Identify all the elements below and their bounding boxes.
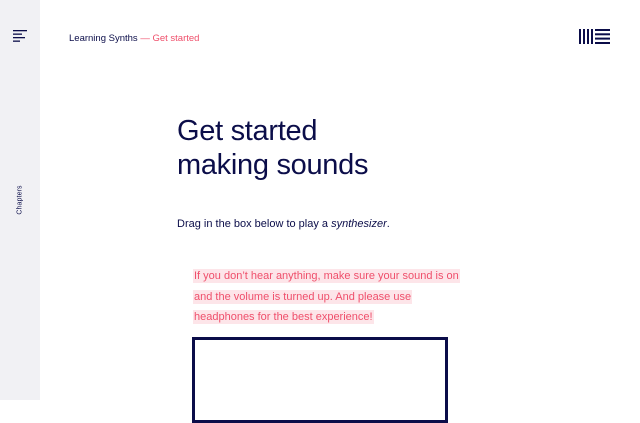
ableton-logo-icon[interactable] (579, 29, 610, 44)
menu-icon[interactable] (13, 29, 27, 43)
sidebar: Chapters (0, 0, 40, 400)
intro-suffix: . (386, 218, 390, 230)
chapters-link[interactable]: Chapters (17, 185, 24, 214)
breadcrumb: Learning Synths — Get started (69, 33, 199, 45)
page-title-line-1: Get started (177, 115, 318, 147)
synth-play-area[interactable] (192, 337, 448, 423)
breadcrumb-separator: — (140, 33, 150, 44)
sound-notice-text: If you don’t hear anything, make sure yo… (193, 269, 460, 324)
breadcrumb-root-link[interactable]: Learning Synths (69, 33, 138, 44)
intro-prefix: Drag in the box below to play a (177, 218, 332, 230)
page-title: Get started making sounds (177, 114, 368, 182)
page-title-line-2: making sounds (177, 149, 369, 181)
breadcrumb-current: Get started (152, 33, 200, 44)
intro-emphasis: synthesizer (331, 218, 387, 230)
intro-text: Drag in the box below to play a synthesi… (177, 217, 390, 231)
sound-notice: If you don’t hear anything, make sure yo… (193, 266, 463, 328)
